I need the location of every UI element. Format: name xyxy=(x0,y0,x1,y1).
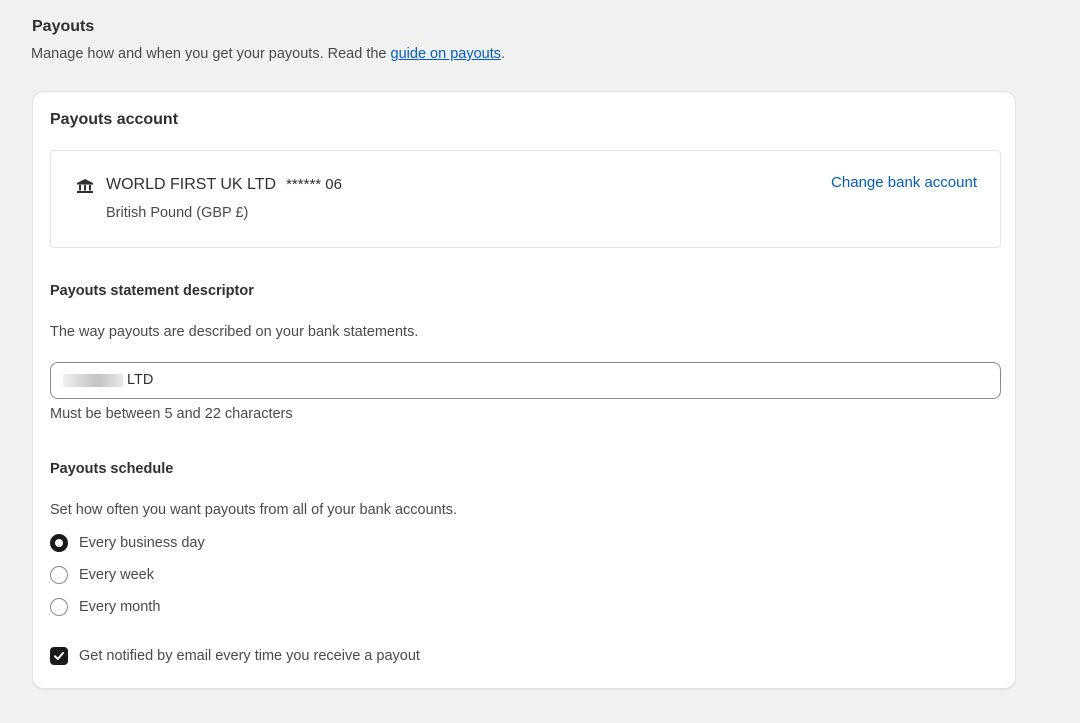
bank-account-box: WORLD FIRST UK LTD ****** 06 British Poun… xyxy=(50,150,1001,248)
radio-every-business-day[interactable]: Every business day xyxy=(50,533,205,553)
page-title: Payouts xyxy=(32,18,95,35)
descriptor-title: Payouts statement descriptor xyxy=(50,283,254,299)
schedule-title: Payouts schedule xyxy=(50,461,174,477)
bank-currency: British Pound (GBP £) xyxy=(106,205,249,221)
radio-button[interactable] xyxy=(50,598,68,616)
radio-label: Every business day xyxy=(79,535,205,551)
payouts-card: Payouts account WORLD FIRST UK LTD ******… xyxy=(32,91,1016,689)
bank-name: WORLD FIRST UK LTD ****** 06 xyxy=(106,176,342,194)
radio-button-selected[interactable] xyxy=(50,534,68,552)
description-prefix: Manage how and when you get your payouts… xyxy=(31,46,391,62)
radio-button[interactable] xyxy=(50,566,68,584)
change-bank-account-link[interactable]: Change bank account xyxy=(831,174,977,191)
schedule-description: Set how often you want payouts from all … xyxy=(50,502,458,518)
descriptor-input-value: LTD xyxy=(127,372,154,388)
checkbox-checked[interactable] xyxy=(50,647,68,665)
email-notification-checkbox-row[interactable]: Get notified by email every time you rec… xyxy=(50,647,420,665)
redacted-text xyxy=(63,374,123,387)
radio-every-week[interactable]: Every week xyxy=(50,565,154,585)
checkmark-icon xyxy=(54,652,64,660)
radio-every-month[interactable]: Every month xyxy=(50,597,160,617)
account-number-mask: ****** 06 xyxy=(286,176,342,193)
page-description: Manage how and when you get your payouts… xyxy=(31,46,505,62)
descriptor-input[interactable]: LTD xyxy=(50,362,1001,399)
bank-name-text: WORLD FIRST UK LTD xyxy=(106,176,277,193)
radio-label: Every month xyxy=(79,599,161,615)
descriptor-help-text: Must be between 5 and 22 characters xyxy=(50,406,293,422)
guide-link[interactable]: guide on payouts xyxy=(391,46,501,62)
descriptor-description: The way payouts are described on your ba… xyxy=(50,324,419,340)
email-notification-label: Get notified by email every time you rec… xyxy=(79,648,420,664)
radio-label: Every week xyxy=(79,567,154,583)
card-title: Payouts account xyxy=(50,111,179,128)
description-suffix: . xyxy=(500,46,506,62)
bank-icon xyxy=(76,178,94,194)
